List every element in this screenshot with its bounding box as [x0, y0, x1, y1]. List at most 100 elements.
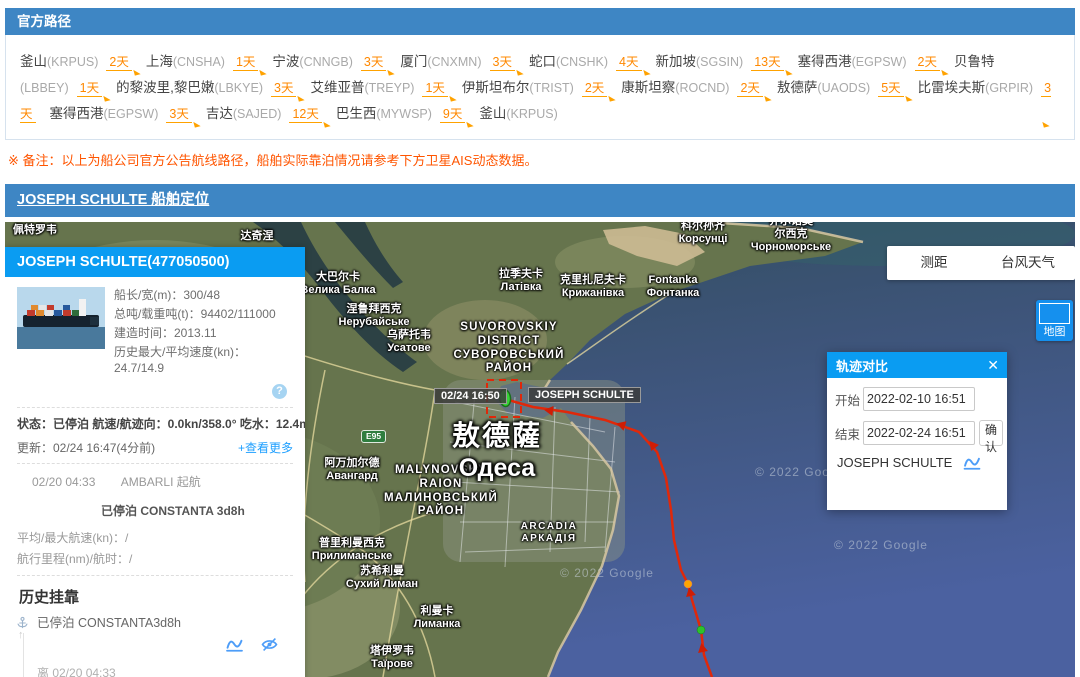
road-badge-e95: E95: [361, 430, 387, 443]
track-compare-body: 开始 结束 确认 JOSEPH SCHULTE: [827, 378, 1007, 510]
map-place-label-line: 利曼卡: [420, 605, 454, 617]
route-leg-arrow-icon: [103, 94, 111, 102]
measure-distance-button[interactable]: 测距: [887, 246, 981, 280]
route-leg-arrow-icon: [259, 68, 268, 76]
history-item-actions: [37, 631, 293, 661]
route-leg-days: 3天: [271, 81, 306, 102]
route-leg-days: 1天: [76, 81, 111, 102]
map-place-label-line: Велика Балка: [300, 284, 376, 297]
map-place-label-line: Чорноморське: [750, 241, 832, 254]
route-port: 釜山: [479, 106, 507, 121]
trend-chart-icon[interactable]: [962, 455, 982, 470]
map-place-label-line: 佩特罗韦: [13, 224, 57, 236]
map-place-label-line: Крижанівка: [561, 287, 625, 300]
ship-status-line: 状态：已停泊 航速/航迹向：0.0kn/358.0° 吃水：12.4m: [17, 417, 305, 431]
history-list: ↑已停泊 CONSTANTA3d8h离 02/20 04:33↑AMBARLI,…: [17, 615, 293, 677]
anchor-icon-wrap: [16, 616, 29, 635]
waypoint-orange[interactable]: [683, 579, 693, 589]
route-port-code: (CNNGB): [299, 55, 353, 69]
route-leg-days: 9天: [439, 107, 475, 128]
route-port: 的黎波里,黎巴嫩: [116, 80, 215, 95]
end-datetime-input[interactable]: [863, 421, 975, 445]
route-leg-days: 3天: [489, 55, 524, 76]
route-port-code: (SAJED): [232, 107, 282, 121]
route-leg-arrow-icon: [608, 94, 616, 102]
ship-spec-line-3: 历史最大/平均速度(kn)：24.7/14.9: [114, 345, 247, 375]
eye-off-icon[interactable]: [260, 637, 279, 652]
ship-spec-line-1: 总吨/载重吨(t)：94402/111000: [114, 307, 276, 321]
route-port-code: (CNXMN): [427, 55, 482, 69]
ship-spec-list: 船长/宽(m)：300/48 总吨/载重吨(t)：94402/111000 建造时间…: [114, 287, 293, 379]
route-leg-arrow-icon: [784, 68, 793, 76]
map-place-label: 克里扎尼夫卡 Крижанівка: [560, 274, 626, 300]
route-leg-days: 5天: [878, 81, 913, 102]
route-leg-arrow-icon: [133, 68, 141, 76]
route-leg-arrow-icon: [1042, 120, 1050, 128]
map-place-label-line: 涅鲁拜西克: [346, 303, 402, 315]
route-port: 新加坡: [655, 54, 697, 69]
map-place-label-line: РАЙОН: [485, 362, 533, 375]
typhoon-weather-button[interactable]: 台风天气: [981, 246, 1075, 280]
route-port-code: (TREYP): [364, 81, 415, 95]
route-leg-arrow-icon: [297, 94, 306, 102]
history-item: ↑ 已停泊 CONSTANTA3d8h 离 02/20 04:33: [17, 615, 293, 677]
map-place-label-line: Корсунці: [678, 233, 728, 246]
map-place-label-line: РАЙОН: [417, 505, 465, 518]
map-place-label-line: 尔西克: [774, 228, 808, 241]
route-leg-arrow-icon: [764, 94, 772, 102]
official-route-flow: 釜山(KRPUS) 2天 上海(CNSHA) 1天 宁波(CNNGB) 3天 厦门(CNXM…: [5, 35, 1075, 140]
mileage: 航行里程(nm)/航时：/: [17, 552, 133, 566]
route-port-code: (UAODS): [817, 81, 871, 95]
help-icon[interactable]: ?: [272, 384, 287, 399]
ship-photo: [17, 287, 105, 349]
route-port-code: (EGPSW): [851, 55, 907, 69]
start-label: 开始: [835, 393, 861, 408]
map-place-label: 利曼卡 Лиманка: [414, 605, 461, 631]
route-leg-arrow-icon: [193, 120, 201, 128]
map-place-label-line: МАЛИНОВСЬКИЙ: [384, 491, 498, 504]
trend-chart-icon-wrap[interactable]: [225, 637, 244, 657]
ship-spec-line-2: 建造时间：2013.11: [114, 326, 217, 340]
map-place-label-line: 乌萨托韦: [387, 329, 431, 341]
map-place-label-line: Лиманка: [413, 618, 461, 631]
map-place-label: Fontanka Фонтанка: [647, 274, 700, 300]
start-datetime-input[interactable]: [863, 387, 975, 411]
ship-info-panel: JOSEPH SCHULTE(477050500) 船长/宽(m)：300/48…: [5, 247, 305, 677]
route-port-code: (EGPSW): [103, 107, 159, 121]
route-port: 艾维亚普: [310, 80, 365, 95]
route-note: ※ 备注：以上为船公司官方公告航线路径，船舶实际靠泊情况请参考下方卫星AIS动态…: [8, 153, 538, 168]
history-title: 历史挂靠: [19, 589, 80, 606]
map-container[interactable]: 佩特罗韦达奇涅 科尔孙齐Корсунці 乔尔诺莫尔西克Чорноморське 大巴…: [5, 222, 1075, 677]
track-compare-header: 轨迹对比 ✕: [827, 352, 1007, 378]
route-leg-arrow-icon: [642, 68, 651, 76]
map-place-label-line: 达奇涅: [240, 230, 274, 242]
route-port-code: (SGSIN): [696, 55, 744, 69]
trend-chart-icon[interactable]: [225, 637, 244, 652]
history-item-time: 离 02/20 04:33: [37, 666, 116, 677]
anchor-icon: [17, 616, 28, 629]
map-place-label-line: Усатове: [387, 342, 431, 355]
map-place-label-line: Таїрове: [371, 658, 413, 671]
eye-off-icon-wrap[interactable]: [260, 637, 279, 657]
route-leg-days: 3天: [166, 107, 201, 128]
route-port-code: (KRPUS): [506, 107, 558, 121]
close-icon[interactable]: ✕: [987, 357, 999, 374]
depart-time: 02/20 04:33: [32, 475, 96, 489]
route-leg-days: 2天: [737, 81, 772, 102]
map-type-button[interactable]: 地图: [1036, 300, 1073, 341]
map-place-label-line: 科尔孙齐: [680, 222, 725, 232]
confirm-button[interactable]: 确认: [979, 420, 1004, 454]
route-leg-arrow-icon: [941, 68, 949, 76]
route-leg-arrow-icon: [387, 68, 396, 76]
route-port: 贝鲁特: [953, 54, 995, 69]
route-port-code: (CNSHK): [555, 55, 609, 69]
route-port: 蛇口: [528, 54, 556, 69]
route-leg-days: 12天: [289, 107, 331, 128]
route-port: 吉达: [205, 106, 233, 121]
route-port: 康斯坦察: [621, 80, 676, 95]
view-more-link[interactable]: +查看更多: [238, 439, 293, 456]
route-port-code: (CNSHA): [172, 55, 225, 69]
waypoint-green[interactable]: [696, 625, 706, 635]
map-place-label-line: 塔伊罗韦: [370, 645, 414, 657]
route-leg-days: 3天: [360, 55, 396, 76]
